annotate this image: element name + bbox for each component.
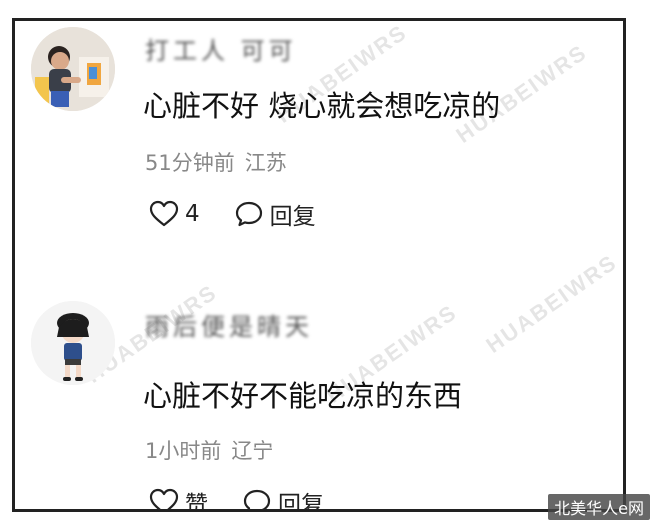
comment-meta: 51分钟前 江苏: [145, 147, 287, 177]
heart-icon: [149, 200, 179, 227]
username[interactable]: 雨后便是晴天: [145, 307, 313, 342]
avatar[interactable]: [31, 301, 115, 385]
like-button[interactable]: 赞: [149, 485, 208, 512]
like-label: 赞: [185, 492, 208, 512]
comment-text: 心脏不好不能吃凉的东西: [143, 379, 463, 413]
location: 江苏: [244, 151, 287, 175]
comment-text: 心脏不好 烧心就会想吃凉的: [143, 89, 501, 123]
site-watermark-badge: 北美华人e网: [548, 494, 650, 520]
comment-panel: HUABEIWRS HUABEIWRS HUABEIWRS HUABEIWRS …: [12, 18, 626, 512]
comment-meta: 1小时前 辽宁: [145, 435, 273, 465]
comment-actions: 赞 回复: [149, 485, 358, 512]
reply-label: 回复: [278, 492, 324, 512]
avatar[interactable]: [31, 27, 115, 111]
reply-button[interactable]: 回复: [234, 197, 316, 231]
timestamp: 1小时前: [145, 439, 222, 463]
reply-label: 回复: [269, 204, 316, 230]
heart-icon: [149, 488, 179, 509]
comment-bubble-icon: [235, 201, 262, 227]
comment-bubble-icon: [243, 489, 271, 509]
watermark: HUABEIWRS: [481, 249, 622, 358]
reply-button[interactable]: 回复: [242, 485, 324, 512]
comment-actions: 4 回复: [149, 197, 350, 231]
timestamp: 51分钟前: [145, 151, 235, 175]
username[interactable]: 打工人 可可: [145, 31, 297, 66]
location: 辽宁: [231, 439, 274, 463]
like-count: 4: [185, 201, 200, 227]
like-button[interactable]: 4: [149, 200, 200, 228]
